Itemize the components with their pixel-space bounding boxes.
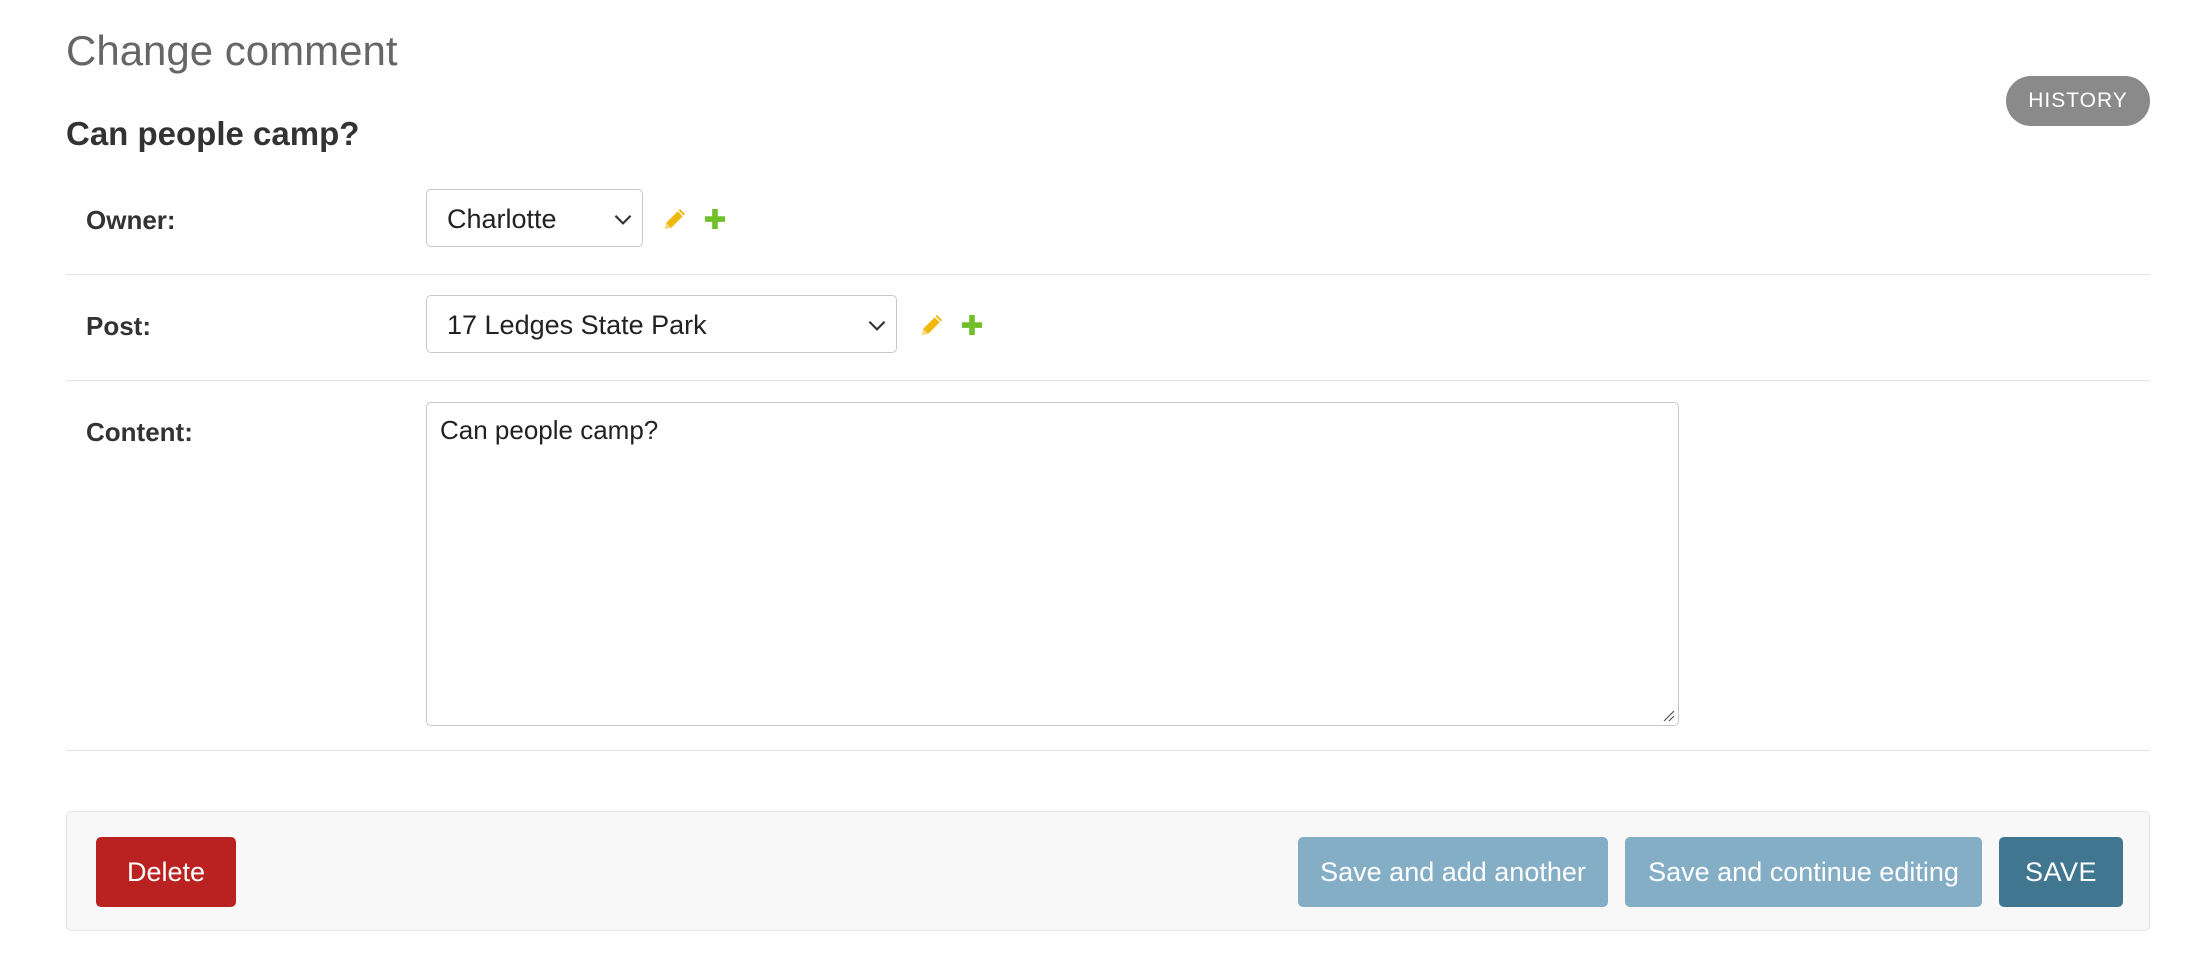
submit-row: Delete Save and add another Save and con… (66, 811, 2150, 931)
chevron-down-icon (614, 214, 632, 225)
change-comment-page: Change comment HISTORY Can people camp? … (0, 0, 2198, 970)
plus-icon[interactable] (957, 310, 987, 340)
plus-icon[interactable] (700, 204, 730, 234)
form-row-owner: Owner: Charlotte (66, 168, 2150, 275)
object-title: Can people camp? (66, 115, 360, 152)
chevron-down-icon (868, 320, 886, 331)
history-button[interactable]: HISTORY (2006, 76, 2150, 126)
post-select-value: 17 Ledges State Park (447, 310, 707, 340)
form-row-content: Content: Can people camp? (66, 381, 2150, 751)
save-button[interactable]: SAVE (1999, 837, 2123, 907)
pencil-icon[interactable] (660, 204, 690, 234)
save-and-add-another-button[interactable]: Save and add another (1298, 837, 1608, 907)
content-textarea[interactable]: Can people camp? (426, 402, 1679, 726)
resize-handle-icon[interactable] (1659, 706, 1675, 722)
post-label: Post: (86, 311, 151, 341)
content-textarea-value: Can people camp? (440, 415, 659, 445)
page-title: Change comment (66, 27, 398, 74)
save-and-continue-button[interactable]: Save and continue editing (1625, 837, 1982, 907)
form-row-post: Post: 17 Ledges State Park (66, 275, 2150, 381)
delete-button[interactable]: Delete (96, 837, 236, 907)
post-select[interactable]: 17 Ledges State Park (426, 295, 897, 353)
pencil-icon[interactable] (917, 310, 947, 340)
content-label: Content: (86, 417, 193, 447)
owner-select-value: Charlotte (447, 204, 557, 234)
owner-select[interactable]: Charlotte (426, 189, 643, 247)
owner-label: Owner: (86, 205, 176, 235)
